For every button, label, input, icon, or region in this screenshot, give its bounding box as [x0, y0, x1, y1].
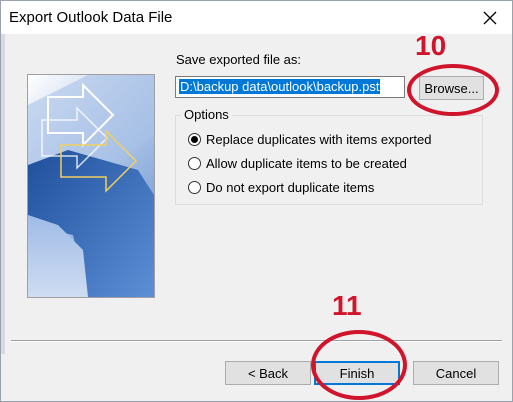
- radio-label: Replace duplicates with items exported: [206, 131, 432, 147]
- radio-allow-duplicates[interactable]: Allow duplicate items to be created: [188, 154, 407, 172]
- dialog-title: Export Outlook Data File: [9, 9, 173, 26]
- annotation-step-number: 10: [415, 30, 447, 61]
- footer-divider: [11, 340, 502, 342]
- background-window-edge: [1, 34, 5, 354]
- radio-replace-duplicates[interactable]: Replace duplicates with items exported: [188, 130, 431, 148]
- export-path-field[interactable]: D:\backup data\outlook\backup.pst: [175, 76, 405, 98]
- radio-no-duplicates[interactable]: Do not export duplicate items: [188, 178, 374, 196]
- close-icon: [483, 11, 497, 24]
- wizard-side-graphic: [27, 74, 155, 298]
- wizard-arrows-graphic: [28, 75, 154, 297]
- radio-label: Do not export duplicate items: [206, 179, 375, 195]
- radio-button-selected[interactable]: [188, 132, 201, 146]
- annotation-circle-browse: [407, 64, 499, 116]
- back-button[interactable]: < Back: [225, 361, 311, 385]
- radio-label: Allow duplicate items to be created: [206, 155, 407, 171]
- annotation-circle-finish: [311, 330, 407, 400]
- cancel-button[interactable]: Cancel: [413, 361, 499, 385]
- radio-button[interactable]: [188, 156, 201, 170]
- export-path-value: D:\backup data\outlook\backup.pst: [179, 79, 381, 94]
- save-as-label: Save exported file as:: [176, 52, 302, 67]
- options-legend: Options: [181, 107, 232, 122]
- annotation-step-number: 11: [332, 290, 362, 321]
- close-button[interactable]: [468, 1, 512, 34]
- radio-button[interactable]: [188, 180, 201, 194]
